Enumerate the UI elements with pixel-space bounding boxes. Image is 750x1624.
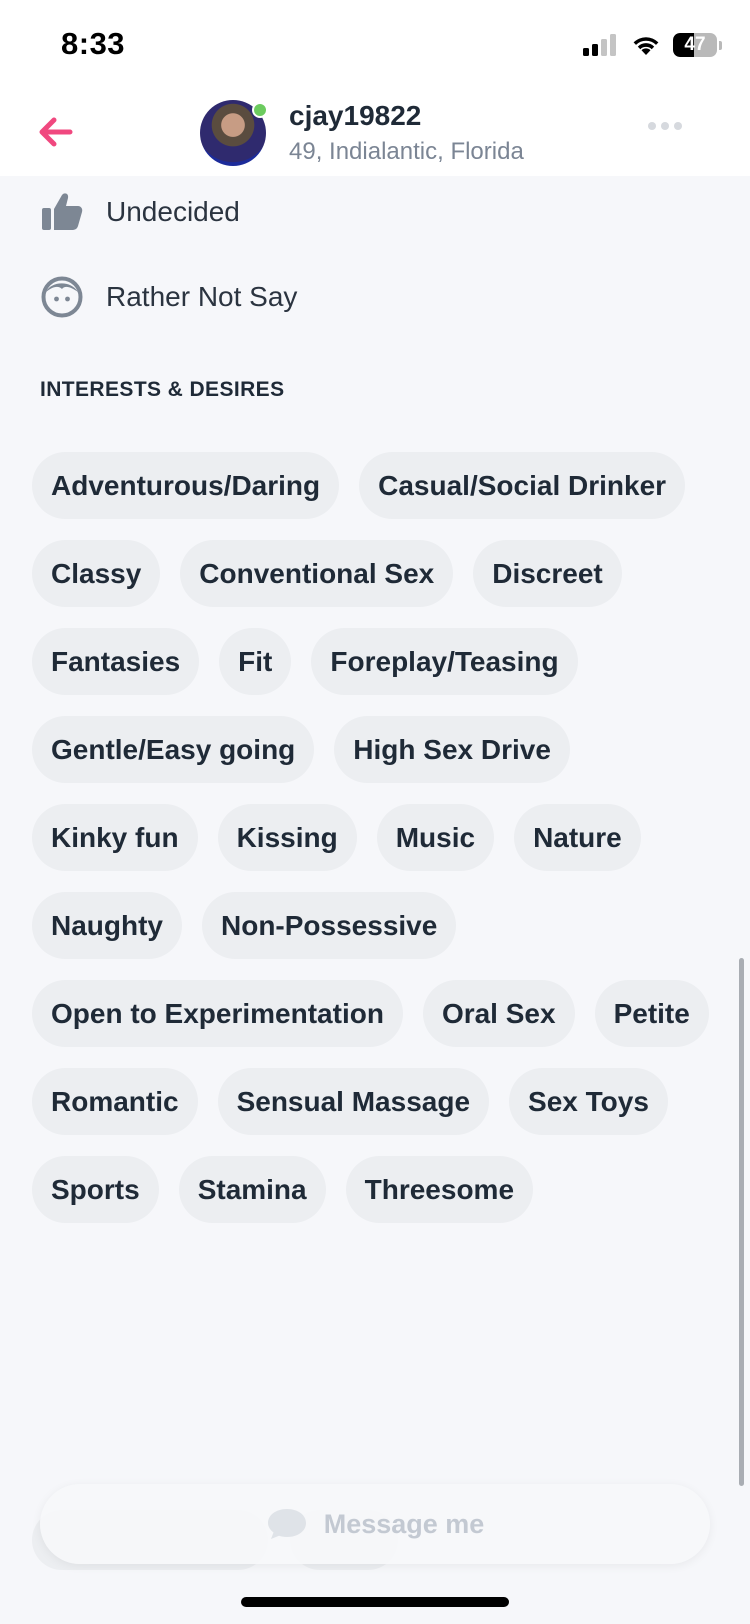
status-icons: 47 — [583, 30, 722, 60]
battery-label: 47 — [684, 34, 706, 55]
interest-tag[interactable]: Oral Sex — [422, 980, 575, 1047]
back-arrow-icon — [39, 117, 73, 147]
battery-icon: 47 — [673, 33, 717, 57]
interest-tag[interactable]: Naughty — [32, 892, 182, 959]
interest-tag[interactable]: High Sex Drive — [334, 716, 570, 783]
more-options-icon — [674, 122, 682, 130]
online-status-indicator — [252, 102, 268, 118]
interest-tag[interactable]: Foreplay/Teasing — [311, 628, 578, 695]
username: cjay19822 — [289, 100, 422, 131]
interest-tag[interactable]: Music — [376, 804, 495, 871]
interest-tag[interactable]: Sports — [32, 1156, 159, 1223]
profile-header: cjay19822 49, Indialantic, Florida — [0, 88, 750, 176]
status-time: 8:33 — [61, 26, 126, 61]
status-bar: 8:33 47 — [0, 0, 750, 88]
interest-tag[interactable]: Petite — [594, 980, 709, 1047]
battery-cap — [719, 40, 722, 50]
interest-tag[interactable]: Fit — [219, 628, 292, 695]
interest-tag[interactable]: Threesome — [345, 1156, 534, 1223]
wifi-icon — [633, 37, 659, 55]
thumbs-up-icon — [40, 190, 84, 234]
more-options-icon — [661, 122, 669, 130]
user-age-location: 49, Indialantic, Florida — [289, 138, 524, 165]
interest-tag[interactable]: Conventional Sex — [180, 540, 454, 607]
interest-tag[interactable]: Kissing — [217, 804, 357, 871]
interest-tag[interactable]: Nature — [514, 804, 641, 871]
detail-row-rather-not-say: Rather Not Say — [40, 275, 297, 319]
interest-tag[interactable]: Open to Experimentation — [32, 980, 403, 1047]
signal-icon — [583, 34, 616, 56]
interest-tag[interactable]: Kinky fun — [32, 804, 198, 871]
interest-tags: Adventurous/Daring Casual/Social Drinker C… — [32, 452, 722, 1223]
home-indicator — [241, 1597, 509, 1607]
scrollbar[interactable] — [739, 958, 744, 1486]
interest-tag[interactable]: Gentle/Easy going — [32, 716, 315, 783]
interest-tag[interactable]: Sensual Massage — [217, 1068, 490, 1135]
detail-text: Undecided — [106, 196, 240, 227]
more-options-button[interactable] — [648, 122, 682, 130]
interest-tag[interactable]: Casual/Social Drinker — [359, 452, 686, 519]
interest-tag[interactable]: Classy — [32, 540, 161, 607]
more-options-icon — [648, 122, 656, 130]
detail-text: Rather Not Say — [106, 281, 298, 312]
message-me-button[interactable]: Message me — [40, 1484, 710, 1564]
section-title-interests: INTERESTS & DESIRES — [40, 378, 285, 401]
interest-tag[interactable]: Fantasies — [32, 628, 200, 695]
chat-bubble-icon — [267, 1509, 306, 1539]
back-button[interactable] — [34, 110, 78, 154]
interest-tag[interactable]: Discreet — [473, 540, 622, 607]
detail-row-undecided: Undecided — [40, 190, 240, 234]
interest-tag[interactable]: Non-Possessive — [202, 892, 457, 959]
face-icon — [40, 275, 84, 319]
interest-tag[interactable]: Romantic — [32, 1068, 198, 1135]
interest-tag[interactable]: Stamina — [178, 1156, 326, 1223]
interest-tag[interactable]: Adventurous/Daring — [32, 452, 340, 519]
message-me-label: Message me — [323, 1508, 485, 1539]
interest-tag[interactable]: Sex Toys — [509, 1068, 668, 1135]
